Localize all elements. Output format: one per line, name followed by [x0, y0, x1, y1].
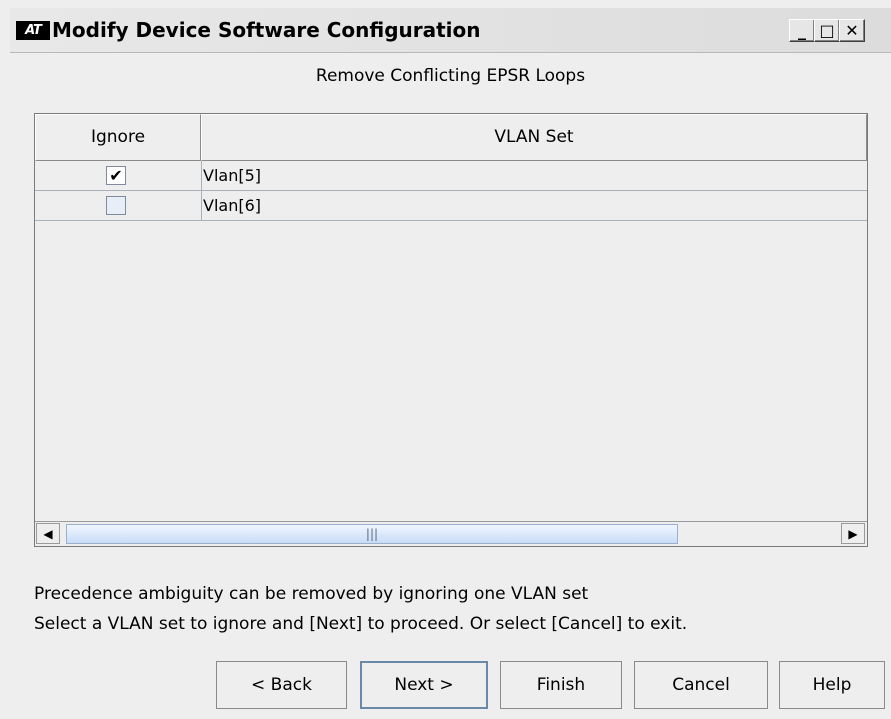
- column-header-ignore[interactable]: Ignore: [35, 114, 201, 161]
- ignore-cell: ✔: [35, 161, 202, 190]
- ignore-checkbox[interactable]: ✔: [106, 166, 126, 185]
- info-message-2: Select a VLAN set to ignore and [Next] t…: [34, 614, 688, 634]
- table-row[interactable]: ✔ Vlan[5]: [35, 161, 867, 191]
- finish-button[interactable]: Finish: [500, 661, 622, 709]
- ignore-checkbox[interactable]: [106, 196, 126, 215]
- vlan-set-cell: Vlan[6]: [203, 196, 261, 215]
- maximize-button[interactable]: □: [814, 19, 840, 42]
- horizontal-scrollbar[interactable]: ◀ ||| ▶: [35, 521, 867, 546]
- back-button[interactable]: < Back: [216, 661, 347, 709]
- close-button[interactable]: ✕: [839, 19, 865, 42]
- cancel-button[interactable]: Cancel: [634, 661, 768, 709]
- vlan-set-table: Ignore VLAN Set ✔ Vlan[5] Vlan[6] ◀ ||| …: [34, 113, 868, 547]
- scrollbar-thumb[interactable]: |||: [66, 524, 678, 544]
- app-logo-icon: AT: [16, 21, 50, 40]
- next-button[interactable]: Next >: [360, 661, 488, 709]
- page-subtitle: Remove Conflicting EPSR Loops: [315, 66, 586, 86]
- vlan-set-cell: Vlan[5]: [203, 166, 261, 185]
- title-bar: AT Modify Device Software Configuration …: [10, 8, 891, 53]
- ignore-cell: [35, 191, 202, 220]
- column-header-vlan-set[interactable]: VLAN Set: [201, 114, 867, 161]
- info-message-1: Precedence ambiguity can be removed by i…: [34, 584, 589, 604]
- scroll-left-icon[interactable]: ◀: [36, 523, 60, 544]
- scroll-right-icon[interactable]: ▶: [841, 523, 865, 544]
- help-button[interactable]: Help: [779, 661, 885, 709]
- table-row[interactable]: Vlan[6]: [35, 191, 867, 221]
- table-header: Ignore VLAN Set: [35, 114, 867, 161]
- window-title: Modify Device Software Configuration: [52, 18, 481, 42]
- minimize-button[interactable]: _: [789, 19, 815, 42]
